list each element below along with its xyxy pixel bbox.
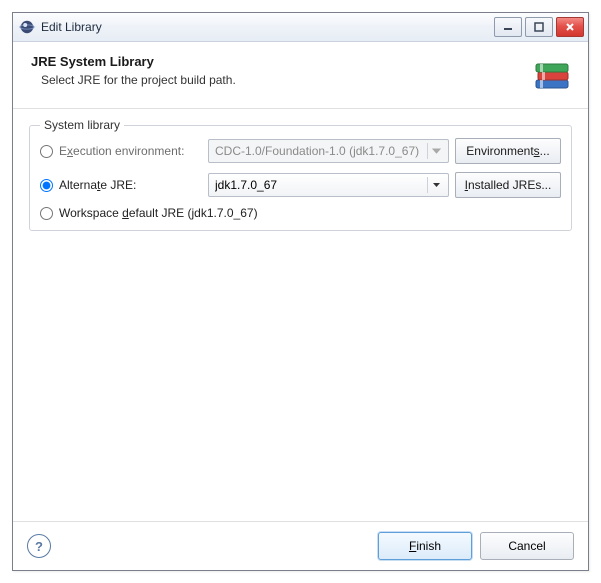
close-button[interactable]: [556, 17, 584, 37]
chevron-down-icon: [427, 177, 444, 193]
system-library-group: System library Execution environment: CD…: [29, 125, 572, 231]
eclipse-icon: [19, 19, 35, 35]
window-title: Edit Library: [41, 20, 102, 34]
chevron-down-icon: [427, 143, 444, 159]
maximize-button[interactable]: [525, 17, 553, 37]
alternate-jre-label: Alternate JRE:: [59, 178, 136, 192]
workspace-default-radio[interactable]: Workspace default JRE (jdk1.7.0_67): [40, 206, 258, 220]
minimize-button[interactable]: [494, 17, 522, 37]
installed-jres-button[interactable]: Installed JREs...: [455, 172, 561, 198]
execution-environment-label: Execution environment:: [59, 144, 184, 158]
alternate-jre-value: jdk1.7.0_67: [215, 178, 423, 192]
alternate-jre-combo[interactable]: jdk1.7.0_67: [208, 173, 449, 197]
workspace-default-label: Workspace default JRE (jdk1.7.0_67): [59, 206, 258, 220]
header-subtitle: Select JRE for the project build path.: [31, 73, 522, 87]
help-icon[interactable]: ?: [27, 534, 51, 558]
group-legend: System library: [40, 118, 124, 132]
dialog-header: JRE System Library Select JRE for the pr…: [13, 42, 588, 109]
header-title: JRE System Library: [31, 54, 522, 69]
execution-environment-value: CDC-1.0/Foundation-1.0 (jdk1.7.0_67): [215, 144, 423, 158]
library-books-icon: [530, 54, 574, 98]
finish-button-label: Finish: [409, 539, 441, 553]
execution-environment-radio-input[interactable]: [40, 145, 53, 158]
environments-button-label: Environments...: [466, 144, 549, 158]
dialog-footer: ? Finish Cancel: [13, 521, 588, 570]
installed-jres-button-label: Installed JREs...: [465, 178, 552, 192]
cancel-button[interactable]: Cancel: [480, 532, 574, 560]
environments-button[interactable]: Environments...: [455, 138, 561, 164]
execution-environment-radio[interactable]: Execution environment:: [40, 144, 202, 158]
titlebar: Edit Library: [13, 13, 588, 42]
workspace-default-radio-input[interactable]: [40, 207, 53, 220]
execution-environment-combo[interactable]: CDC-1.0/Foundation-1.0 (jdk1.7.0_67): [208, 139, 449, 163]
cancel-button-label: Cancel: [508, 539, 545, 553]
finish-button[interactable]: Finish: [378, 532, 472, 560]
alternate-jre-radio[interactable]: Alternate JRE:: [40, 178, 202, 192]
edit-library-dialog: Edit Library JRE System Library Select J…: [12, 12, 589, 571]
alternate-jre-radio-input[interactable]: [40, 179, 53, 192]
